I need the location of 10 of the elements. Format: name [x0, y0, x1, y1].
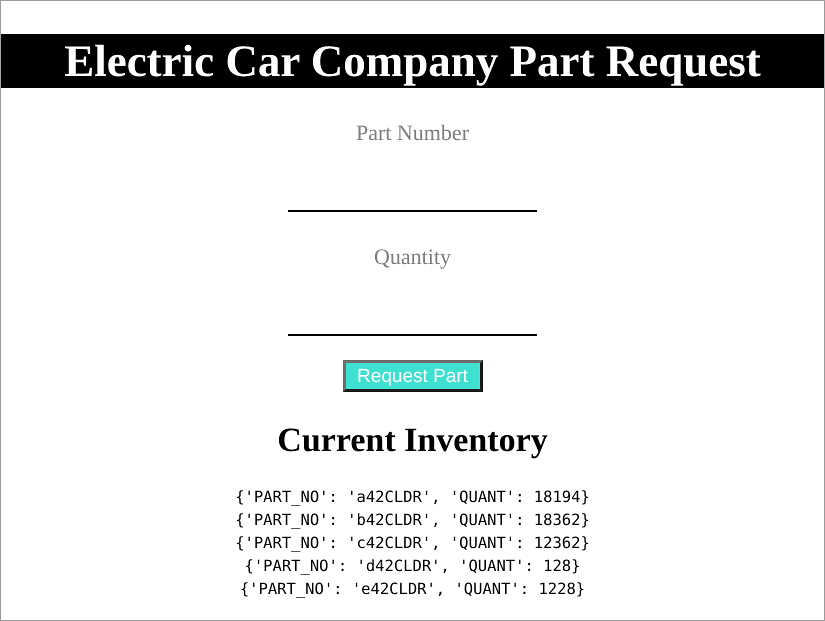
page-title: Electric Car Company Part Request [64, 38, 761, 84]
inventory-heading: Current Inventory [277, 424, 548, 458]
inventory-line: {'PART_NO': 'd42CLDR', 'QUANT': 128} [244, 556, 580, 577]
inventory-line: {'PART_NO': 'b42CLDR', 'QUANT': 18362} [235, 510, 590, 531]
inventory-line: {'PART_NO': 'e42CLDR', 'QUANT': 1228} [240, 579, 586, 600]
field-label: Quantity [374, 246, 451, 268]
inventory-line: {'PART_NO': 'a42CLDR', 'QUANT': 18194} [235, 487, 590, 508]
request-part-button[interactable]: Request Part [342, 360, 482, 392]
inventory-line: {'PART_NO': 'c42CLDR', 'QUANT': 12362} [235, 533, 590, 554]
field-label: Part Number [356, 122, 470, 144]
